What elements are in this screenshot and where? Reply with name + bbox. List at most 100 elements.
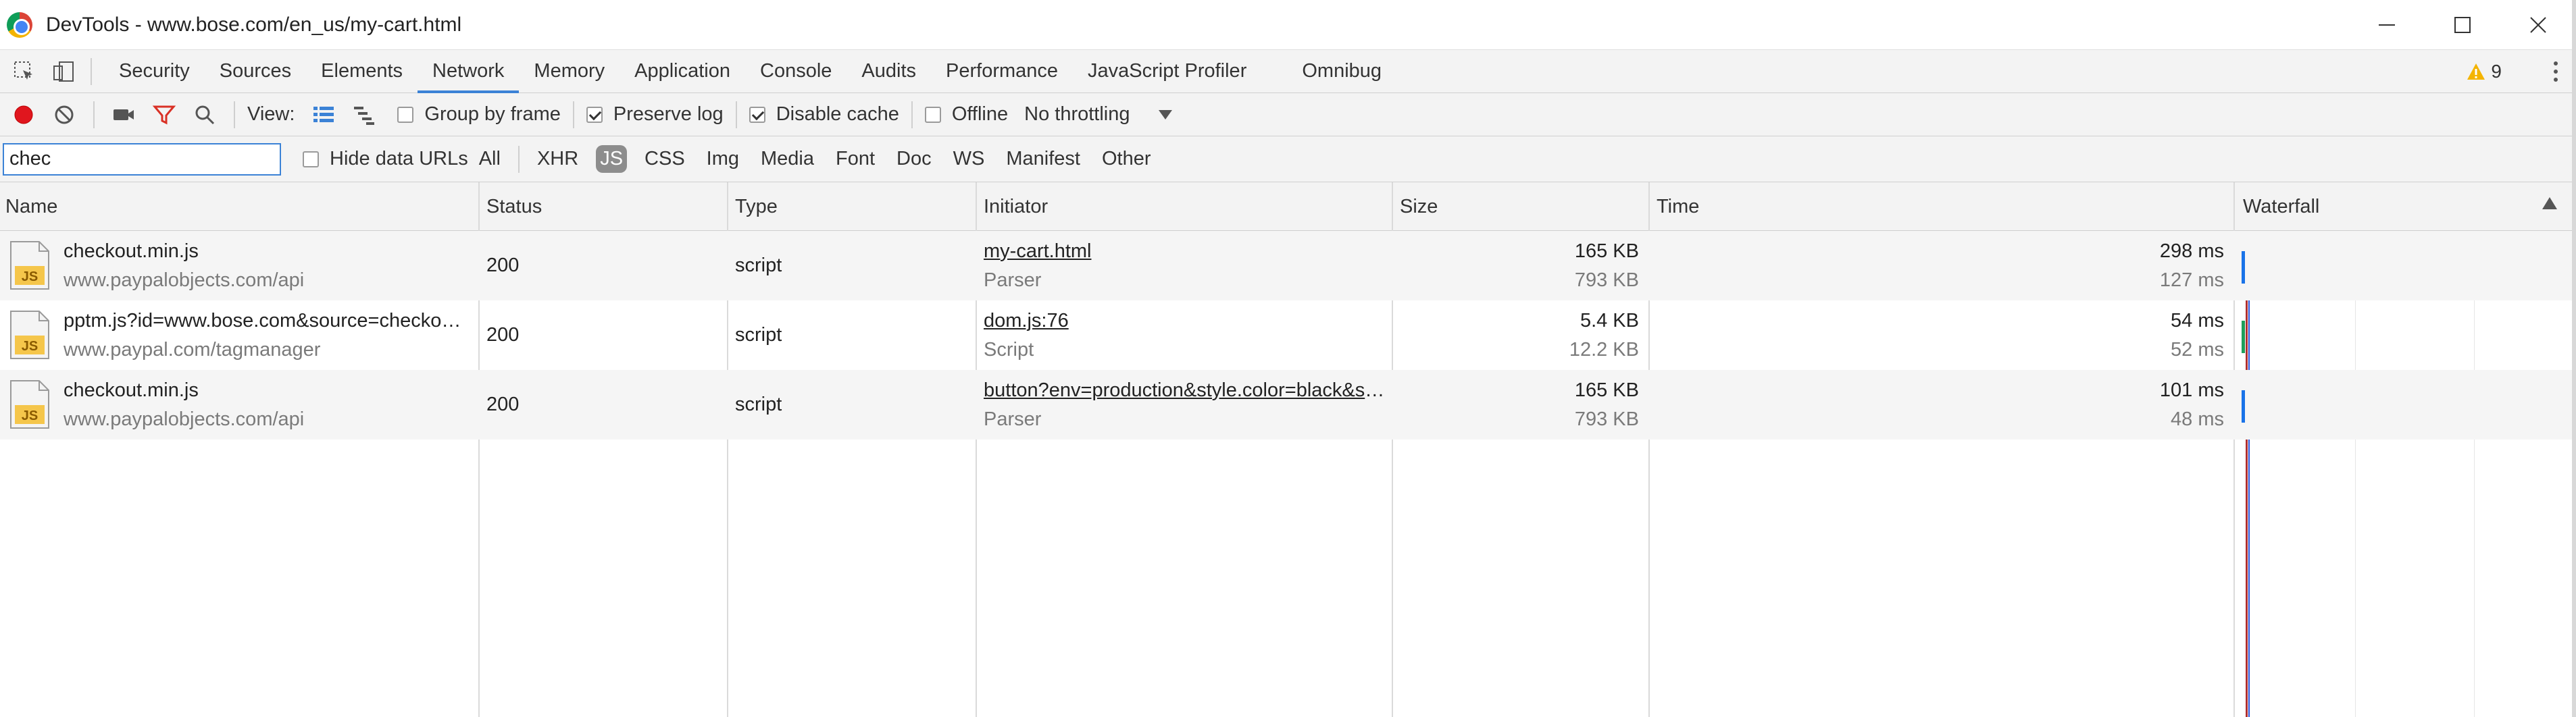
filter-type-img[interactable]: Img <box>703 145 743 173</box>
tab-omnibug[interactable]: Omnibug <box>1261 50 1396 93</box>
record-icon <box>14 105 33 124</box>
view-label: View: <box>247 103 295 125</box>
inspect-cursor-icon <box>14 61 32 80</box>
devtools-tab-bar: Security Sources Elements Network Memory Appl… <box>0 50 2576 93</box>
filter-type-all[interactable]: All <box>475 145 505 173</box>
filter-type-xhr[interactable]: XHR <box>533 145 582 173</box>
large-request-rows-button[interactable] <box>307 98 340 132</box>
filter-input[interactable] <box>3 142 281 176</box>
column-header-type[interactable]: Type <box>728 182 976 231</box>
request-domain: www.paypalobjects.com/api <box>64 269 305 291</box>
hide-data-urls-checkbox[interactable]: Hide data URLs <box>303 148 468 170</box>
column-header-initiator[interactable]: Initiator <box>977 182 1392 231</box>
request-type: script <box>735 324 782 346</box>
tab-memory[interactable]: Memory <box>519 50 620 93</box>
filter-type-media[interactable]: Media <box>757 145 818 173</box>
column-header-status[interactable]: Status <box>480 182 727 231</box>
preserve-log-checkbox[interactable]: Preserve log <box>586 103 724 126</box>
table-row[interactable]: JS checkout.min.js www.paypalobjects.com/a… <box>0 370 2576 440</box>
tab-audits[interactable]: Audits <box>847 50 931 93</box>
group-by-frame-label: Group by frame <box>424 103 561 125</box>
tab-network[interactable]: Network <box>418 50 520 93</box>
window-title: DevTools - www.bose.com/en_us/my-cart.ht… <box>46 13 462 36</box>
minimize-button[interactable] <box>2349 0 2425 50</box>
waterfall-bar[interactable] <box>2242 251 2245 284</box>
preserve-log-label: Preserve log <box>613 103 724 125</box>
request-latency: 48 ms <box>2171 408 2224 430</box>
title-bar: DevTools - www.bose.com/en_us/my-cart.ht… <box>0 0 2576 50</box>
column-header-name[interactable]: Name <box>0 182 478 231</box>
waterfall-header-label: Waterfall <box>2243 195 2320 217</box>
minimize-icon <box>2379 24 2395 26</box>
show-overview-button[interactable] <box>347 98 381 132</box>
filter-icon <box>152 105 176 124</box>
device-toolbar-button[interactable] <box>49 57 78 86</box>
initiator-link[interactable]: dom.js:76 <box>984 310 1385 332</box>
filter-type-css[interactable]: CSS <box>640 145 689 173</box>
disable-cache-box[interactable] <box>749 106 765 123</box>
offline-label: Offline <box>951 103 1009 125</box>
tab-application[interactable]: Application <box>620 50 745 93</box>
close-icon <box>2530 17 2546 33</box>
requests-table: Name Status Type Initiator Size Time Wat… <box>0 182 2576 717</box>
tab-console[interactable]: Console <box>745 50 847 93</box>
offline-checkbox[interactable]: Offline <box>924 103 1009 126</box>
capture-screenshots-button[interactable] <box>107 98 141 132</box>
record-button[interactable] <box>7 98 41 132</box>
tab-sources[interactable]: Sources <box>205 50 306 93</box>
clear-button[interactable] <box>47 98 81 132</box>
column-header-waterfall[interactable]: Waterfall <box>2235 182 2576 231</box>
request-status: 200 <box>486 324 520 346</box>
transfer-size: 165 KB <box>1574 240 1639 262</box>
window-right-border <box>2572 0 2576 717</box>
warnings-counter[interactable]: 9 <box>2467 61 2502 82</box>
transfer-size: 165 KB <box>1574 379 1639 401</box>
initiator-link[interactable]: my-cart.html <box>984 240 1385 263</box>
tab-elements[interactable]: Elements <box>306 50 418 93</box>
tab-security[interactable]: Security <box>104 50 205 93</box>
filter-toggle-button[interactable] <box>147 98 181 132</box>
throttling-value: No throttling <box>1024 103 1130 125</box>
request-type: script <box>735 394 782 415</box>
inspect-element-button[interactable] <box>9 57 39 86</box>
filter-type-manifest[interactable]: Manifest <box>1002 145 1084 173</box>
toolbar-divider <box>234 101 235 128</box>
more-options-button[interactable] <box>2542 50 2569 93</box>
tab-javascript-profiler[interactable]: JavaScript Profiler <box>1073 50 1261 93</box>
request-time: 298 ms <box>2159 240 2224 262</box>
hide-data-urls-box[interactable] <box>303 151 319 167</box>
content-size: 793 KB <box>1574 269 1639 291</box>
maximize-button[interactable] <box>2425 0 2500 50</box>
disable-cache-label: Disable cache <box>776 103 899 125</box>
filter-type-doc[interactable]: Doc <box>892 145 936 173</box>
group-by-frame-checkbox[interactable]: Group by frame <box>397 103 561 126</box>
maximize-icon <box>2454 17 2471 33</box>
search-icon <box>195 105 215 124</box>
waterfall-bar[interactable] <box>2242 390 2245 423</box>
waterfall-view-icon <box>354 106 375 125</box>
initiator-type: Script <box>984 338 1034 361</box>
js-file-icon: JS <box>9 310 50 360</box>
preserve-log-box[interactable] <box>586 106 603 123</box>
waterfall-bar[interactable] <box>2242 321 2245 353</box>
filter-type-ws[interactable]: WS <box>949 145 989 173</box>
column-header-time[interactable]: Time <box>1650 182 2233 231</box>
filter-type-font[interactable]: Font <box>832 145 879 173</box>
toolbar-divider <box>93 101 95 128</box>
column-header-size[interactable]: Size <box>1393 182 1648 231</box>
filter-type-other[interactable]: Other <box>1098 145 1155 173</box>
chrome-logo-icon <box>7 11 32 38</box>
table-row[interactable]: JS pptm.js?id=www.bose.com&source=checkou… <box>0 300 2576 370</box>
disable-cache-checkbox[interactable]: Disable cache <box>749 103 899 126</box>
filter-type-js[interactable]: JS <box>596 145 628 173</box>
initiator-link[interactable]: button?env=production&style.color=black&… <box>984 379 1385 402</box>
table-row[interactable]: JS checkout.min.js www.paypalobjects.com/a… <box>0 231 2576 300</box>
close-button[interactable] <box>2500 0 2576 50</box>
content-size: 12.2 KB <box>1569 338 1639 361</box>
kebab-menu-icon <box>2554 61 2558 82</box>
group-by-frame-box[interactable] <box>397 106 414 123</box>
throttling-select[interactable]: No throttling <box>1024 103 1172 126</box>
offline-box[interactable] <box>924 106 941 123</box>
tab-performance[interactable]: Performance <box>931 50 1073 93</box>
search-button[interactable] <box>188 98 222 132</box>
